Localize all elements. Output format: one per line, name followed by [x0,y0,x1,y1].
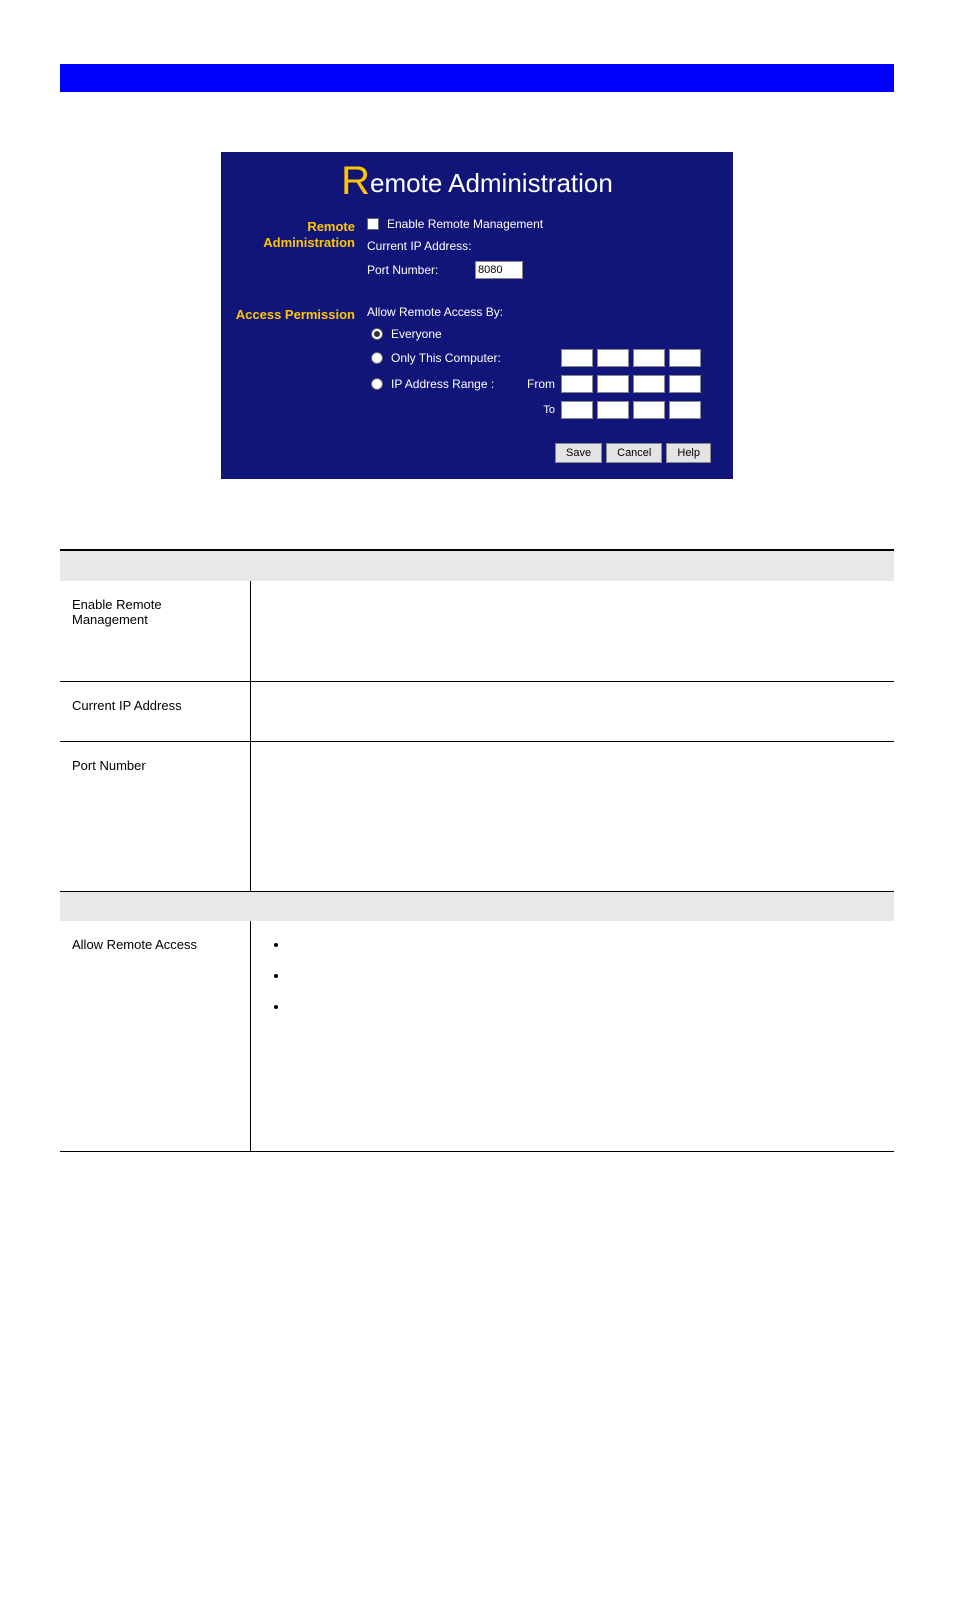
port-number-input[interactable] [475,261,523,279]
to-label: To [521,404,555,416]
only-this-ip-3[interactable] [633,349,665,367]
data-table: Enable Remote Management Current IP Addr… [60,551,894,1152]
remote-admin-section: Remote Administration Enable Remote Mana… [235,217,719,287]
config-panel: Remote Administration Remote Administrat… [221,152,733,479]
range-to-ip-3[interactable] [633,401,665,419]
port-number-label: Port Number: [367,263,467,277]
table-row: Port Number [60,741,894,891]
range-from-ip-2[interactable] [597,375,629,393]
access-permission-section: Access Permission Allow Remote Access By… [235,305,719,425]
range-from-ip-3[interactable] [633,375,665,393]
radio-only-this-computer[interactable] [371,352,383,364]
only-this-ip-2[interactable] [597,349,629,367]
table-key-current-ip: Current IP Address [60,681,250,741]
table-section-1 [60,551,894,581]
range-to-ip-2[interactable] [597,401,629,419]
range-to-ip-4[interactable] [669,401,701,419]
range-from-ip-1[interactable] [561,375,593,393]
from-label: From [527,377,555,391]
title-first-letter: R [341,159,370,203]
panel-title: Remote Administration [235,168,719,199]
radio-ip-range[interactable] [371,378,383,390]
radio-only-this-label: Only This Computer: [391,351,501,365]
table-row: Allow Remote Access [60,921,894,1151]
only-this-ip-4[interactable] [669,349,701,367]
table-row: Current IP Address [60,681,894,741]
radio-ip-range-label: IP Address Range : [391,377,494,391]
save-button[interactable]: Save [555,443,602,463]
table-val-current-ip [250,681,894,741]
enable-remote-label: Enable Remote Management [387,217,543,231]
access-permission-heading: Access Permission [235,305,355,425]
table-row: Enable Remote Management [60,581,894,681]
list-item [289,937,883,952]
allow-options-list [263,937,883,1014]
remote-admin-heading: Remote Administration [235,217,355,287]
range-from-ip-4[interactable] [669,375,701,393]
radio-everyone-label: Everyone [391,327,442,341]
current-ip-label: Current IP Address: [367,239,472,253]
list-item [289,968,883,983]
title-rest: emote Administration [370,168,613,198]
table-section-2 [60,891,894,921]
allow-remote-access-label: Allow Remote Access By: [367,305,503,319]
table-val-port [250,741,894,891]
table-key-port: Port Number [60,741,250,891]
table-key-enable: Enable Remote Management [60,581,250,681]
table-val-allow [250,921,894,1151]
range-to-ip-1[interactable] [561,401,593,419]
only-this-ip-quad [561,349,701,367]
help-button[interactable]: Help [666,443,711,463]
range-from-ip-quad [561,375,701,393]
cancel-button[interactable]: Cancel [606,443,662,463]
range-to-ip-quad [561,401,701,419]
list-item [289,999,883,1014]
enable-remote-checkbox[interactable] [367,218,379,230]
only-this-ip-1[interactable] [561,349,593,367]
table-val-enable [250,581,894,681]
radio-everyone[interactable] [371,328,383,340]
page-header-bar [60,64,894,92]
table-key-allow: Allow Remote Access [60,921,250,1151]
